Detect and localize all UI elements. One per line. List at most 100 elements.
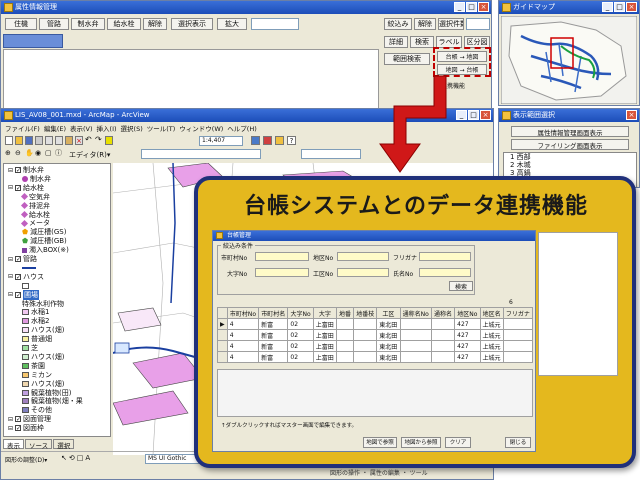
table-row[interactable]: 4 新富 02 上富田 東北田 427 上城元 [217, 329, 534, 341]
column-header[interactable]: 地番 [335, 307, 355, 319]
layer-checkbox[interactable]: ✓ [15, 273, 21, 280]
arccatalog-icon[interactable] [275, 136, 284, 145]
collapse-icon[interactable]: ⊟ [8, 167, 13, 174]
toc-tab-selection[interactable]: 選択 [53, 439, 75, 450]
layer-checkbox[interactable]: ✓ [15, 184, 21, 191]
drawing-menu[interactable]: 図形の調整(D)▾ [5, 455, 47, 464]
toc-item[interactable] [22, 282, 31, 290]
toolbar-button-0[interactable]: 住機 [5, 18, 37, 30]
new-icon[interactable] [5, 136, 13, 145]
toc-item[interactable]: 水稲1 [22, 308, 49, 316]
close-button[interactable]: × [626, 110, 637, 120]
undo-icon[interactable]: ↶ [85, 136, 93, 145]
collapse-icon[interactable]: ⊟ [8, 273, 13, 280]
menu-file[interactable]: ファイル(F) [5, 123, 40, 134]
save-icon[interactable] [25, 136, 33, 145]
task-field[interactable] [141, 149, 261, 159]
pan-icon[interactable]: ✋ [25, 149, 34, 158]
menu-view[interactable]: 表示(V) [70, 123, 93, 134]
rectangle-icon[interactable]: □ [77, 454, 84, 462]
attribute-screen-button[interactable]: 属性情報管理画面表示 [511, 126, 629, 137]
toc-item[interactable]: 観葉植物(田) [22, 389, 71, 397]
toc-item[interactable]: 排泥弁 [20, 202, 50, 210]
toc-item[interactable]: ⊟ ✓ ハウス [8, 273, 44, 281]
selection-count-button[interactable]: 選択件数 [438, 18, 464, 30]
menu-window[interactable]: ウィンドウ(W) [179, 123, 223, 134]
identify-icon[interactable]: ⓘ [55, 149, 63, 158]
rotate-icon[interactable]: ⟲ [69, 454, 75, 462]
column-header[interactable]: 地区No [454, 307, 481, 319]
toc-item[interactable] [22, 264, 38, 272]
column-header[interactable]: 通称名No [399, 307, 432, 319]
column-header[interactable]: 工区 [376, 307, 401, 319]
toc-item[interactable]: 特殊水利作物 [22, 300, 64, 308]
toc-item[interactable]: ハウス(畑) [22, 353, 64, 361]
toc-item[interactable]: ミカン [22, 371, 52, 379]
toc-item[interactable]: 茶園 [22, 362, 45, 370]
toc-item[interactable]: ⊟ ✓ 給水栓 [8, 184, 44, 192]
section-no-field[interactable] [337, 268, 389, 277]
cut-icon[interactable] [45, 136, 53, 145]
layer-checkbox[interactable]: ✓ [15, 167, 21, 174]
clear-button[interactable]: クリア [445, 437, 471, 448]
maximize-button[interactable]: □ [614, 2, 625, 12]
furigana-field[interactable] [419, 252, 471, 261]
zoom-in-icon[interactable]: ⊕ [5, 149, 13, 158]
editor-toolbar-icon[interactable] [251, 136, 260, 145]
close-button[interactable]: × [480, 110, 491, 120]
menu-insert[interactable]: 挿入(I) [97, 123, 117, 134]
column-header[interactable]: 地番枝 [353, 307, 378, 319]
toc-item[interactable]: ⊟ ✓ 図面枠 [8, 424, 44, 432]
attribute-list-area[interactable] [3, 49, 379, 109]
guide-map[interactable] [501, 16, 637, 104]
toc-item[interactable]: 空気弁 [20, 193, 50, 201]
list-item[interactable]: 2 木城 [510, 161, 636, 169]
toc-item[interactable]: 給水栓 [20, 211, 50, 219]
map-reference-button[interactable]: 地図で参照 [363, 437, 397, 448]
toc-item[interactable]: ⊟ ✓ 制水弁 [8, 166, 44, 174]
close-button[interactable]: × [478, 2, 489, 12]
menu-help[interactable]: ヘルプ(H) [227, 123, 256, 134]
column-header[interactable]: 通称名 [430, 307, 456, 319]
font-field[interactable]: MS UI Gothic [145, 454, 201, 464]
toc-item[interactable]: ⬟ 減圧槽(GS) [22, 228, 66, 236]
toc-tab-source[interactable]: ソース [25, 439, 53, 450]
add-data-icon[interactable] [105, 136, 113, 145]
print-icon[interactable] [35, 136, 43, 145]
editor-menu[interactable]: エディタ(R)▾ [69, 150, 110, 160]
toolbar-button-3[interactable]: 給水栓 [107, 18, 141, 30]
ledger-to-map-button[interactable]: 台帳 → 地図 [437, 51, 487, 62]
select-features-icon[interactable]: ▢ [45, 149, 53, 158]
column-header[interactable]: 市町村No [226, 307, 260, 319]
range-search-button[interactable]: 範囲検索 [384, 53, 430, 65]
toc-item[interactable]: 芝 [22, 344, 38, 352]
release-button[interactable]: 解除 [414, 18, 436, 30]
close-ledger-button[interactable]: 閉じる [505, 437, 531, 448]
redo-icon[interactable]: ↷ [95, 136, 103, 145]
help-icon[interactable]: ? [287, 136, 296, 145]
oaza-no-field[interactable] [255, 268, 309, 277]
column-header[interactable] [217, 307, 228, 319]
close-button[interactable]: × [626, 2, 637, 12]
from-map-reference-button[interactable]: 地図から参照 [401, 437, 441, 448]
ledger-table[interactable]: 市町村No 市町村名 大字No 大字 地番 地番枝 工区 通称名No 通称名 地区No 地区名 フリガ… [217, 307, 534, 363]
detail-button[interactable]: 詳細 [384, 36, 408, 48]
toc-item[interactable]: 観葉植物(畑・果 [22, 397, 83, 405]
toc-item[interactable]: ⬟ 減圧槽(GB) [22, 237, 67, 245]
layer-checkbox[interactable]: ✓ [15, 291, 21, 298]
list-item[interactable]: 1 西部 [510, 153, 636, 161]
toolbar-button-6[interactable]: 拡大 [217, 18, 247, 30]
menu-edit[interactable]: 編集(E) [44, 123, 66, 134]
name-no-field[interactable] [419, 268, 471, 277]
toc-item[interactable]: 制水弁 [22, 175, 51, 183]
maximize-button[interactable]: □ [468, 110, 479, 120]
collapse-icon[interactable]: ⊟ [8, 416, 13, 423]
collapse-icon[interactable]: ⊟ [8, 184, 13, 191]
toc-item[interactable]: 普通畑 [22, 335, 52, 343]
toolbar-button-5[interactable]: 選択表示 [171, 18, 213, 30]
column-header[interactable]: 地区名 [479, 307, 504, 319]
collapse-icon[interactable]: ⊟ [8, 256, 13, 263]
layer-checkbox[interactable]: ✓ [15, 425, 21, 432]
maximize-button[interactable]: □ [466, 2, 477, 12]
copy-icon[interactable] [55, 136, 63, 145]
